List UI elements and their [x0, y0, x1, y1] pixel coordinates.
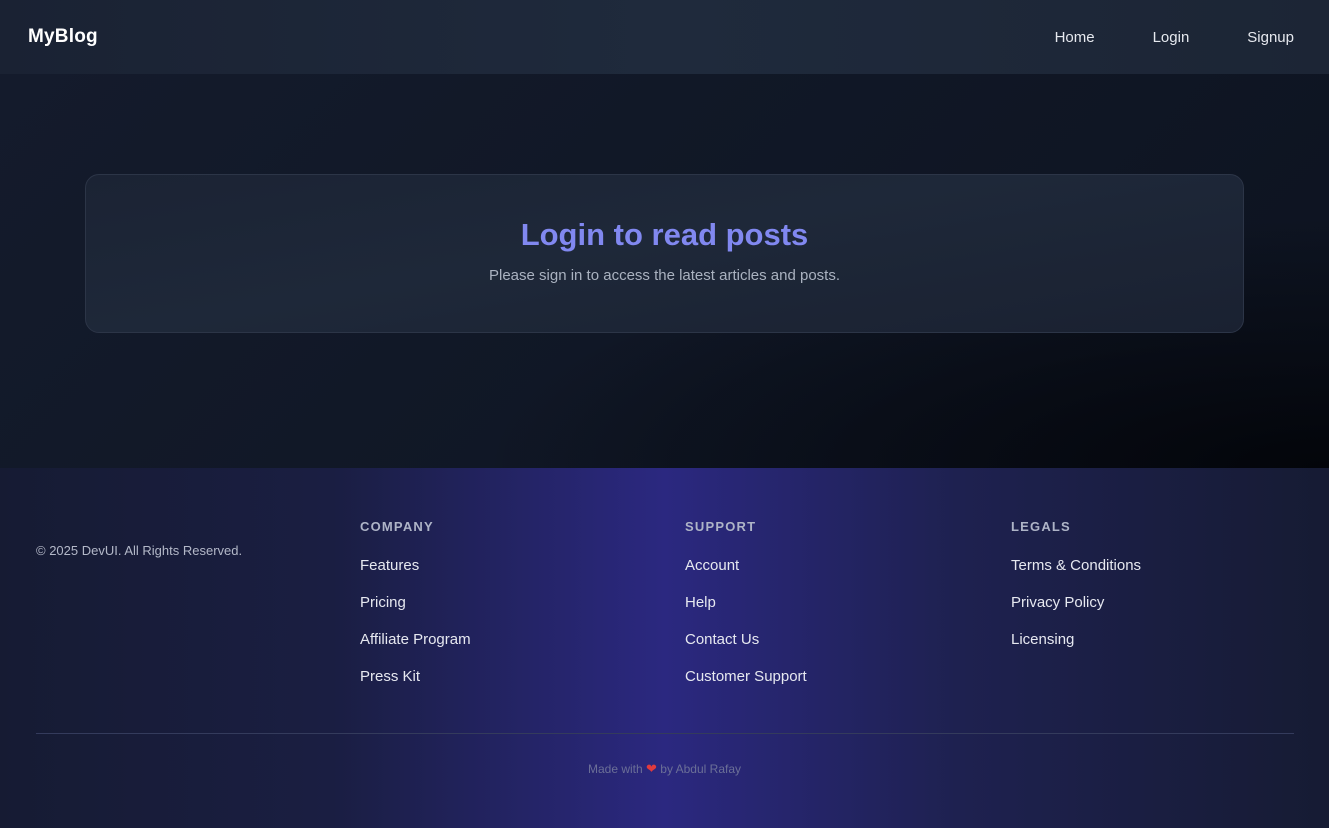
- login-prompt-card: Login to read posts Please sign in to ac…: [85, 174, 1244, 333]
- navbar: MyBlog Home Login Signup: [0, 0, 1329, 74]
- made-with-author: by Abdul Rafay: [660, 762, 741, 776]
- footer: © 2025 DevUI. All Rights Reserved. COMPA…: [0, 468, 1329, 828]
- heart-icon: ❤: [646, 761, 657, 776]
- brand-logo[interactable]: MyBlog: [28, 26, 98, 48]
- made-with-credit: Made with ❤ by Abdul Rafay: [0, 761, 1329, 777]
- footer-link-account[interactable]: Account: [685, 547, 807, 584]
- footer-link-contact-us[interactable]: Contact Us: [685, 621, 807, 658]
- footer-link-terms[interactable]: Terms & Conditions: [1011, 547, 1141, 584]
- footer-link-features[interactable]: Features: [360, 547, 471, 584]
- nav-link-signup[interactable]: Signup: [1247, 29, 1294, 46]
- footer-link-affiliate-program[interactable]: Affiliate Program: [360, 621, 471, 658]
- nav-link-home[interactable]: Home: [1055, 29, 1095, 46]
- card-title: Login to read posts: [520, 217, 809, 252]
- footer-link-customer-support[interactable]: Customer Support: [685, 658, 807, 695]
- main-content: Login to read posts Please sign in to ac…: [0, 74, 1329, 468]
- footer-heading-legals: LEGALS: [1011, 519, 1071, 534]
- footer-column-legals: LEGALS Terms & Conditions Privacy Policy…: [1011, 519, 1141, 658]
- footer-heading-support: SUPPORT: [685, 519, 757, 534]
- footer-divider: [36, 733, 1294, 734]
- footer-link-licensing[interactable]: Licensing: [1011, 621, 1141, 658]
- footer-heading-company: COMPANY: [360, 519, 434, 534]
- footer-column-company: COMPANY Features Pricing Affiliate Progr…: [360, 519, 471, 695]
- made-with-prefix: Made with: [587, 762, 643, 776]
- nav-links: Home Login Signup: [1055, 29, 1294, 46]
- footer-link-help[interactable]: Help: [685, 584, 807, 621]
- card-subtitle: Please sign in to access the latest arti…: [488, 267, 841, 284]
- footer-link-pricing[interactable]: Pricing: [360, 584, 471, 621]
- copyright-text: © 2025 DevUI. All Rights Reserved.: [36, 543, 243, 558]
- footer-column-support: SUPPORT Account Help Contact Us Customer…: [685, 519, 807, 695]
- footer-link-privacy-policy[interactable]: Privacy Policy: [1011, 584, 1141, 621]
- footer-link-press-kit[interactable]: Press Kit: [360, 658, 471, 695]
- nav-link-login[interactable]: Login: [1153, 29, 1190, 46]
